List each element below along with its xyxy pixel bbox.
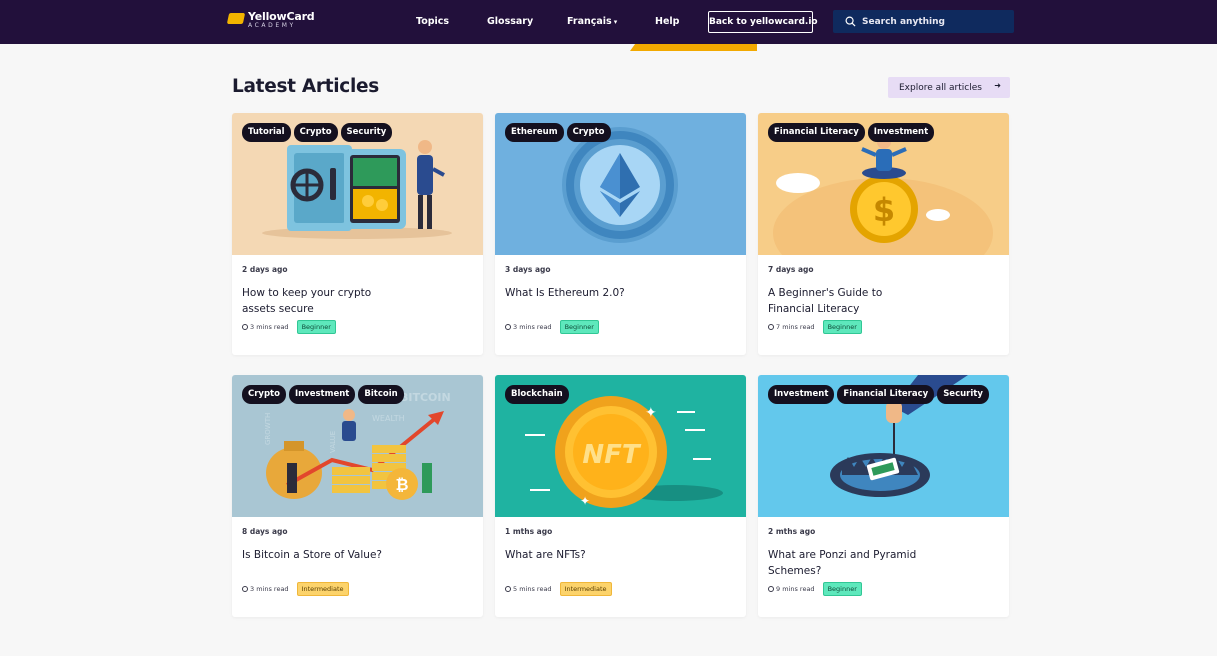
tag-list: Crypto Investment Bitcoin [242, 385, 404, 404]
tag-chip[interactable]: Investment [867, 123, 935, 142]
tag-chip[interactable]: Financial Literacy [837, 385, 935, 404]
tag-chip[interactable]: Ethereum [505, 123, 564, 142]
level-badge: Beginner [559, 320, 599, 334]
wealth-watermark: WEALTH [372, 414, 405, 423]
logo-subtitle: ACADEMY [248, 22, 296, 29]
clock-icon [505, 324, 511, 330]
tag-chip[interactable]: Security [340, 123, 393, 142]
tag-chip[interactable]: Tutorial [242, 123, 291, 142]
level-badge: Intermediate [296, 582, 349, 596]
tag-list: Blockchain [505, 385, 569, 404]
article-meta: 9 mins read Beginner [768, 582, 862, 596]
nav-topics-link[interactable]: Topics [416, 0, 449, 44]
article-date: 3 days ago [505, 265, 551, 274]
explore-button-label: Explore all articles [899, 82, 982, 93]
svg-text:₿: ₿ [395, 475, 408, 494]
level-badge: Beginner [296, 320, 336, 334]
search-bar[interactable]: Search anything [833, 10, 1014, 33]
svg-text:✦: ✦ [580, 494, 590, 508]
value-watermark: VALUE [329, 431, 337, 453]
svg-text:✦: ✦ [645, 405, 657, 421]
tag-chip[interactable]: Financial Literacy [768, 123, 865, 142]
tag-chip[interactable]: Investment [768, 385, 835, 404]
tag-chip[interactable]: Bitcoin [358, 385, 404, 404]
read-time-label: 9 mins read [776, 585, 815, 593]
clock-icon [768, 324, 774, 330]
tag-chip[interactable]: Crypto [293, 123, 338, 142]
yellowcard-academy-logo[interactable]: YellowCard ACADEMY [226, 9, 315, 31]
nav-glossary-link[interactable]: Glossary [487, 0, 533, 44]
article-card[interactable]: Investment Financial Literacy Security 2… [758, 375, 1009, 617]
level-badge: Intermediate [559, 582, 612, 596]
article-card[interactable]: Ethereum Crypto 3 days ago What Is Ether… [495, 113, 746, 355]
tag-list: Tutorial Crypto Security [242, 123, 393, 142]
article-title[interactable]: Is Bitcoin a Store of Value? [242, 547, 442, 563]
article-meta: 7 mins read Beginner [768, 320, 862, 334]
article-card[interactable]: NFT ✦ ✦ Blockchain 1 mths ago What are N… [495, 375, 746, 617]
level-badge: Beginner [822, 320, 862, 334]
search-icon [845, 16, 856, 27]
search-placeholder: Search anything [862, 16, 945, 27]
article-title[interactable]: What Is Ethereum 2.0? [505, 285, 655, 301]
article-card[interactable]: $ Financial Literacy Investment 7 days a… [758, 113, 1009, 355]
decorative-accent-bar [630, 44, 757, 51]
article-date: 8 days ago [242, 527, 288, 536]
article-card[interactable]: BITCOIN WEALTH GROWTH VALUE ₿ Crypto Inv… [232, 375, 483, 617]
article-date: 1 mths ago [505, 527, 553, 536]
tag-chip[interactable]: Blockchain [505, 385, 569, 404]
article-meta: 3 mins read Beginner [242, 320, 336, 334]
article-meta: 3 mins read Intermediate [242, 582, 349, 596]
article-title[interactable]: How to keep your crypto assets secure [242, 285, 392, 317]
article-meta: 5 mins read Intermediate [505, 582, 612, 596]
clock-icon [242, 324, 248, 330]
read-time-label: 3 mins read [250, 585, 289, 593]
arrow-icon: ➜ [994, 81, 1001, 90]
read-time-label: 3 mins read [513, 323, 552, 331]
nav-help-link[interactable]: Help [655, 0, 679, 44]
article-date: 2 days ago [242, 265, 288, 274]
nft-label: NFT [582, 440, 642, 470]
read-time: 7 mins read [768, 323, 815, 331]
tag-chip[interactable]: Crypto [242, 385, 286, 404]
level-badge: Beginner [822, 582, 862, 596]
tag-list: Financial Literacy Investment [768, 123, 935, 142]
read-time-label: 5 mins read [513, 585, 552, 593]
tag-list: Investment Financial Literacy Security [768, 385, 989, 404]
clock-icon [505, 586, 511, 592]
language-label: Français [567, 16, 612, 27]
nav-language-dropdown[interactable]: Français ▾ [567, 0, 617, 44]
article-date: 2 mths ago [768, 527, 816, 536]
caret-down-icon: ▾ [613, 18, 618, 26]
explore-all-articles-button[interactable]: Explore all articles ➜ [888, 77, 1010, 98]
clock-icon [768, 586, 774, 592]
read-time-label: 3 mins read [250, 323, 289, 331]
tag-chip[interactable]: Investment [288, 385, 356, 404]
clock-icon [242, 586, 248, 592]
read-time: 9 mins read [768, 585, 815, 593]
tag-chip[interactable]: Security [937, 385, 989, 404]
read-time: 3 mins read [242, 585, 289, 593]
article-card[interactable]: Tutorial Crypto Security 2 days ago How … [232, 113, 483, 355]
read-time-label: 7 mins read [776, 323, 815, 331]
article-date: 7 days ago [768, 265, 814, 274]
read-time: 3 mins read [242, 323, 289, 331]
svg-text:$: $ [873, 191, 895, 229]
article-title[interactable]: What are Ponzi and Pyramid Schemes? [768, 547, 918, 579]
read-time: 3 mins read [505, 323, 552, 331]
bitcoin-watermark: BITCOIN [400, 391, 451, 404]
article-title[interactable]: What are NFTs? [505, 547, 655, 563]
tag-chip[interactable]: Crypto [566, 123, 611, 142]
growth-watermark: GROWTH [264, 413, 272, 445]
section-title: Latest Articles [232, 76, 379, 97]
tag-list: Ethereum Crypto [505, 123, 611, 142]
article-meta: 3 mins read Beginner [505, 320, 599, 334]
card-logo-icon [226, 12, 246, 24]
top-navbar: YellowCard ACADEMY Topics Glossary Franç… [0, 0, 1217, 44]
read-time: 5 mins read [505, 585, 552, 593]
article-title[interactable]: A Beginner's Guide to Financial Literacy [768, 285, 918, 317]
back-to-yellowcard-button[interactable]: Back to yellowcard.io [708, 11, 818, 33]
